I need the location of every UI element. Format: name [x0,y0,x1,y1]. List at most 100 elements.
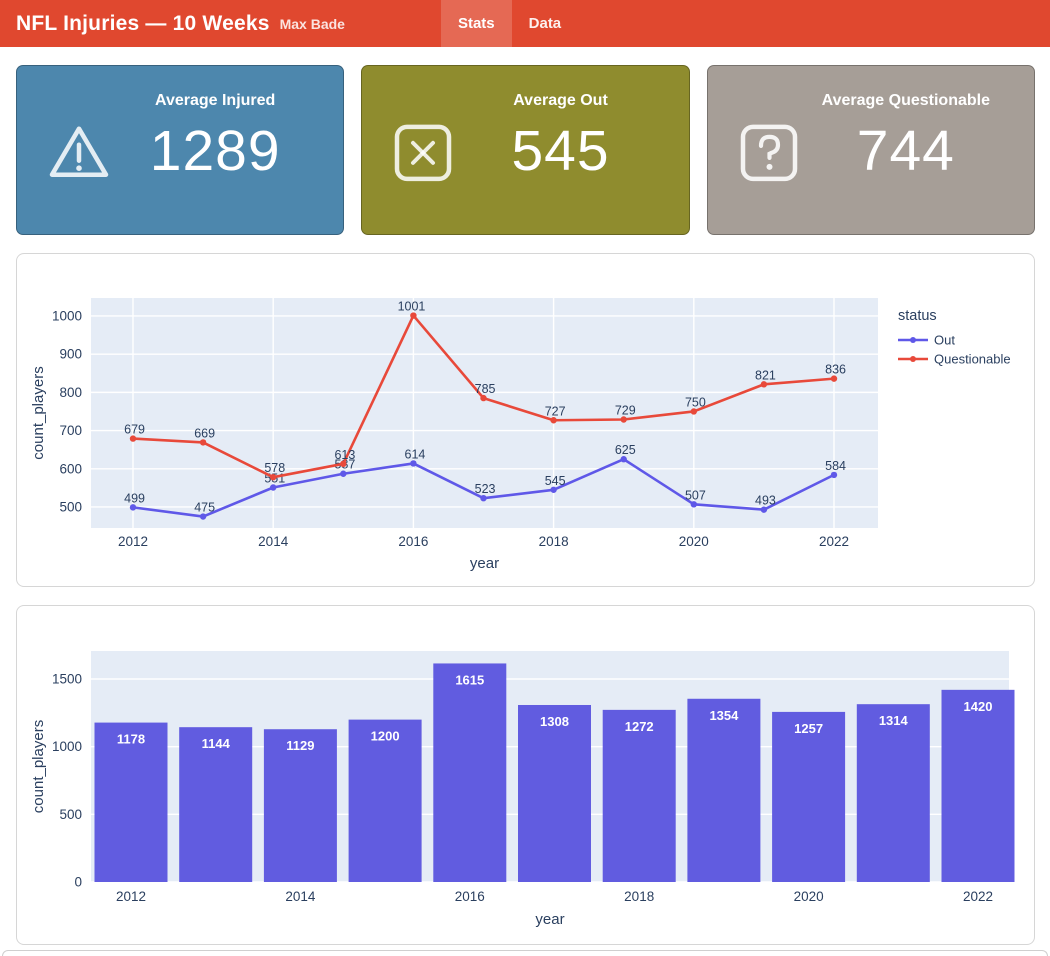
data-label: 507 [685,488,706,502]
x-tick-label: 2018 [624,889,654,904]
bar-2012[interactable]: 1178 [95,723,168,882]
legend-title: status [898,308,937,324]
data-label: 613 [334,448,355,462]
bar[interactable] [433,663,506,882]
legend-marker [910,356,916,362]
y-axis-title: count_players [30,720,47,813]
data-label: 669 [194,426,215,440]
card-average-injured: Average Injured 1289 [16,65,344,235]
legend-item-Questionable[interactable]: Questionable [898,352,1011,367]
data-label: 679 [124,423,145,437]
y-tick-label: 500 [59,499,82,514]
card-title: Average Questionable [778,92,1034,110]
y-axis-title: count_players [30,366,47,459]
bar-2017[interactable]: 1308 [518,705,591,882]
data-label: 545 [545,474,566,488]
y-tick-label: 700 [59,423,82,438]
y-tick-label: 1500 [52,672,82,687]
y-tick-label: 600 [59,461,82,476]
warning-triangle-icon [47,123,111,188]
navbar: NFL Injuries — 10 Weeks Max Bade Stats D… [0,0,1050,47]
bar-chart[interactable]: 0 500 1000 1500 1178 1144 1129 1200 1615 1308 1272… [17,606,1034,944]
bar-label: 1200 [371,729,400,744]
card-value: 1289 [87,118,343,184]
line-chart[interactable]: 5006007008009001000201220142016201820202… [17,254,1034,586]
y-tick-label: 1000 [52,739,82,754]
card-average-questionable: Average Questionable 744 [707,65,1035,235]
legend-item-Out[interactable]: Out [898,333,955,348]
bar[interactable] [942,690,1015,882]
x-tick-label: 2014 [285,889,316,904]
x-tick-label: 2018 [539,534,569,549]
bar[interactable] [772,712,845,882]
data-label: 821 [755,368,776,382]
stat-cards-row: Average Injured 1289 Average Out 545 Ave [16,65,1035,235]
nav-tabs: Stats Data [441,0,578,47]
bar-2016[interactable]: 1615 [433,663,506,882]
x-tick-label: 2020 [794,889,824,904]
tab-stats[interactable]: Stats [441,0,512,47]
data-label: 727 [545,404,566,418]
legend-marker [910,337,916,343]
y-tick-label: 500 [59,807,82,822]
data-label: 493 [755,494,776,508]
bar-label: 1615 [455,672,484,687]
bar-2021[interactable]: 1314 [857,704,930,882]
data-label: 729 [615,403,636,417]
data-label: 1001 [398,300,426,314]
card-title: Average Injured [87,92,343,110]
x-tick-label: 2016 [455,889,485,904]
x-tick-label: 2014 [258,534,289,549]
bar-label: 1314 [879,713,909,728]
app-subtitle: Max Bade [280,16,345,32]
bar-2018[interactable]: 1272 [603,710,676,882]
data-label: 523 [475,482,496,496]
x-tick-label: 2012 [116,889,146,904]
bar-chart-card: 0 500 1000 1500 1178 1144 1129 1200 1615 1308 1272… [16,605,1035,945]
card-average-out: Average Out 545 [361,65,689,235]
bar-2014[interactable]: 1129 [264,729,337,882]
bar-2022[interactable]: 1420 [942,690,1015,882]
x-axis-title: year [535,911,564,928]
bar[interactable] [687,699,760,882]
bar-label: 1420 [964,699,993,714]
bar-2020[interactable]: 1257 [772,712,845,882]
bar[interactable] [857,704,930,882]
bar-label: 1354 [709,708,739,723]
data-label: 578 [264,461,285,475]
legend-label: Out [934,333,955,348]
y-tick-label: 0 [74,875,82,890]
x-square-icon [392,122,454,189]
question-square-icon [738,122,800,189]
bar-2013[interactable]: 1144 [179,727,252,882]
card-title: Average Out [432,92,688,110]
data-label: 614 [405,447,426,461]
data-label: 584 [825,459,846,473]
bar-2019[interactable]: 1354 [687,699,760,882]
app-title: NFL Injuries — 10 Weeks [16,12,270,36]
data-label: 475 [194,501,215,515]
tab-data[interactable]: Data [512,0,579,47]
x-tick-label: 2012 [118,534,148,549]
bar-label: 1272 [625,719,654,734]
x-tick-label: 2016 [398,534,428,549]
bar-label: 1257 [794,721,823,736]
clipped-card-top-edge [2,950,1048,956]
x-tick-label: 2022 [819,534,849,549]
card-value: 744 [778,118,1034,184]
data-label: 836 [825,363,846,377]
bar-label: 1178 [117,732,145,747]
bar[interactable] [518,705,591,882]
bar-2015[interactable]: 1200 [349,720,422,882]
bar[interactable] [603,710,676,882]
data-label: 785 [475,382,496,396]
card-value: 545 [432,118,688,184]
data-label: 750 [685,395,706,409]
y-tick-label: 800 [59,385,82,400]
bar-label: 1129 [286,738,314,753]
y-tick-label: 1000 [52,308,82,323]
bar-label: 1308 [540,714,569,729]
bar[interactable] [349,720,422,882]
x-axis-title: year [470,555,499,572]
bar-label: 1144 [202,736,231,751]
